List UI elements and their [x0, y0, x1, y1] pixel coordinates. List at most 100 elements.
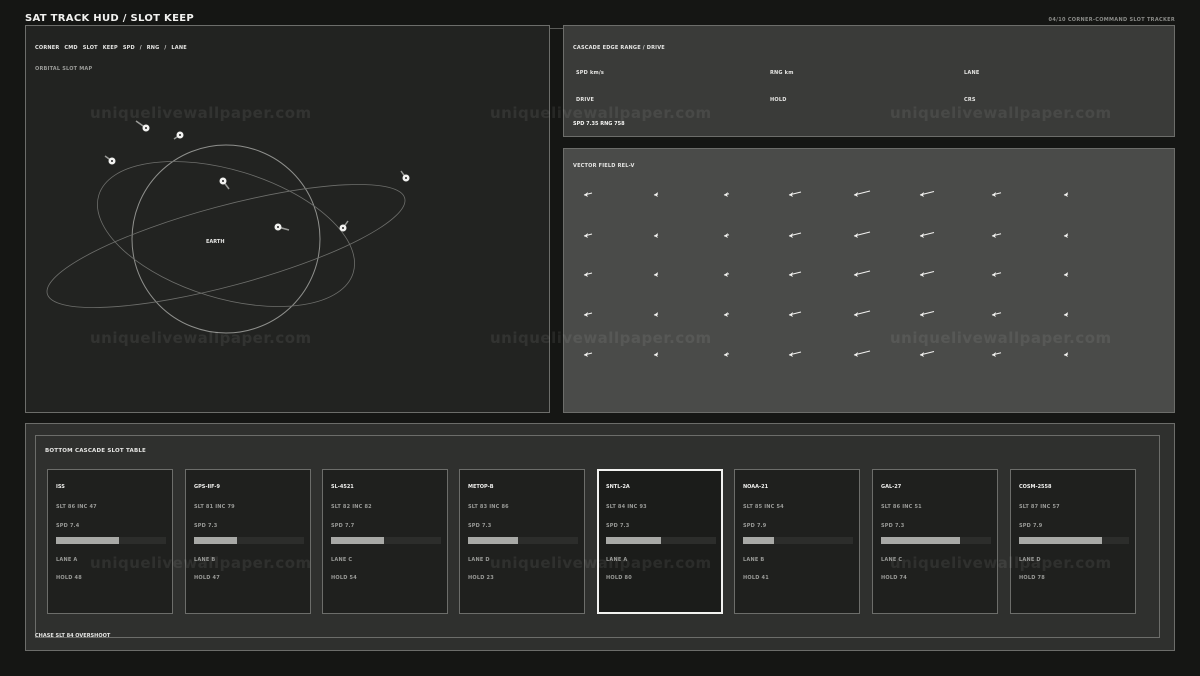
slot-card-progress-fill	[331, 537, 384, 544]
satellite-marker[interactable]	[400, 170, 410, 182]
slot-card-slot: SLT 85 INC 54	[743, 504, 784, 510]
earth-label: EARTH	[206, 239, 225, 245]
vector-arrow-icon	[1063, 312, 1069, 317]
page-title: SAT TRACK HUD / SLOT KEEP	[25, 13, 194, 24]
vector-arrow-icon	[853, 350, 871, 357]
vector-arrow-icon	[1063, 192, 1069, 197]
satellite-marker[interactable]	[173, 131, 184, 140]
vector-arrow-icon	[723, 312, 730, 317]
vector-field-panel: VECTOR FIELD REL-V	[563, 148, 1175, 413]
vector-arrow-icon	[723, 192, 730, 197]
slot-card-slot: SLT 84 INC 93	[606, 504, 647, 510]
slot-card-lane: LANE B	[743, 557, 765, 563]
cascade-field-spd: SPD km/s	[576, 70, 605, 76]
slot-card-speed: SPD 7.3	[606, 523, 630, 529]
vector-arrow-icon	[653, 233, 659, 238]
slot-card-progress-track	[468, 537, 578, 544]
slot-card-speed: SPD 7.7	[331, 523, 355, 529]
slot-card-speed: SPD 7.3	[468, 523, 492, 529]
slot-card-progress-fill	[606, 537, 661, 544]
vector-arrow-icon	[919, 271, 935, 277]
vector-arrow-icon	[991, 192, 1002, 197]
slot-card-progress-track	[194, 537, 304, 544]
slot-card-speed: SPD 7.4	[56, 523, 80, 529]
slot-card[interactable]: GAL-27 SLT 86 INC 51 SPD 7.3 LANE C HOLD 74	[872, 469, 998, 614]
vector-arrow-icon	[853, 190, 871, 197]
slot-card-speed: SPD 7.9	[743, 523, 767, 529]
vector-arrow-icon	[788, 311, 802, 317]
slot-card[interactable]: ISS SLT 86 INC 47 SPD 7.4 LANE A HOLD 48	[47, 469, 173, 614]
slot-card-name: METOP-B	[468, 484, 494, 490]
vector-arrow-icon	[853, 231, 871, 238]
slot-card-progress-fill	[468, 537, 518, 544]
cascade-panel-title: CASCADE EDGE RANGE / DRIVE	[573, 45, 665, 51]
slot-card-name: ISS	[56, 484, 65, 490]
slot-card-progress-track	[331, 537, 441, 544]
vector-arrow-icon	[723, 233, 730, 238]
slot-card-hold: HOLD 23	[468, 575, 494, 581]
cascade-field-lane: LANE	[964, 70, 980, 76]
slot-card-progress-fill	[1019, 537, 1102, 544]
watermark-text: uniquelivewallpaper.com	[490, 329, 712, 347]
watermark-text: uniquelivewallpaper.com	[890, 554, 1112, 572]
slot-card-progress-fill	[194, 537, 237, 544]
slot-card-name: SL-4521	[331, 484, 354, 490]
vector-arrow-icon	[991, 233, 1002, 238]
vector-arrow-icon	[919, 351, 935, 357]
slot-card-name: SNTL-2A	[606, 484, 630, 490]
slot-table-footer: CHASE SLT 84 OVERSHOOT	[35, 633, 111, 639]
satellite-marker[interactable]	[104, 155, 116, 165]
watermark-text: uniquelivewallpaper.com	[90, 554, 312, 572]
vector-arrow-icon	[653, 352, 659, 357]
watermark-text: uniquelivewallpaper.com	[890, 329, 1112, 347]
vector-arrow-icon	[788, 271, 802, 277]
slot-card-name: COSM-2558	[1019, 484, 1052, 490]
slot-card[interactable]: SL-4521 SLT 82 INC 82 SPD 7.7 LANE C HOLD 54	[322, 469, 448, 614]
slot-card-slot: SLT 86 INC 51	[881, 504, 922, 510]
orbit-diagram: EARTH	[46, 120, 410, 334]
slot-card-hold: HOLD 54	[331, 575, 357, 581]
vector-arrow-icon	[583, 272, 593, 277]
earth-circle	[131, 144, 321, 334]
slot-card[interactable]: SNTL-2A SLT 84 INC 93 SPD 7.3 LANE A HOLD 80	[597, 469, 723, 614]
vector-arrow-icon	[853, 270, 871, 277]
satellite-marker[interactable]	[339, 220, 349, 232]
vector-arrow-icon	[991, 312, 1002, 317]
slot-card[interactable]: NOAA-21 SLT 85 INC 54 SPD 7.9 LANE B HOLD 41	[734, 469, 860, 614]
slot-card-lane: LANE A	[56, 557, 78, 563]
slot-card-progress-fill	[743, 537, 774, 544]
slot-card-name: NOAA-21	[743, 484, 769, 490]
vector-arrow-icon	[991, 272, 1002, 277]
slot-card-lane: LANE D	[468, 557, 490, 563]
slot-card-speed: SPD 7.3	[194, 523, 218, 529]
slot-card-hold: HOLD 48	[56, 575, 82, 581]
slot-card-slot: SLT 81 INC 79	[194, 504, 235, 510]
watermark-text: uniquelivewallpaper.com	[90, 104, 312, 122]
slot-card-speed: SPD 7.3	[881, 523, 905, 529]
slot-card[interactable]: METOP-B SLT 83 INC 86 SPD 7.3 LANE D HOLD 23	[459, 469, 585, 614]
vector-arrow-icon	[583, 352, 593, 357]
vector-arrow-icon	[723, 272, 730, 277]
slot-card-hold: HOLD 47	[194, 575, 220, 581]
slot-card-hold: HOLD 80	[606, 575, 632, 581]
slot-card-lane: LANE C	[331, 557, 353, 563]
slot-card-progress-track	[743, 537, 853, 544]
satellite-marker[interactable]	[274, 223, 290, 231]
vector-arrow-icon	[853, 310, 871, 317]
vector-arrow-icon	[788, 191, 802, 197]
watermark-text: uniquelivewallpaper.com	[490, 554, 712, 572]
vector-arrow-icon	[653, 272, 659, 277]
slot-card[interactable]: COSM-2558 SLT 87 INC 57 SPD 7.9 LANE D HOLD …	[1010, 469, 1136, 614]
vector-arrow-icon	[583, 192, 593, 197]
satellite-marker[interactable]	[135, 120, 150, 132]
vector-arrow-icon	[1063, 352, 1069, 357]
vector-arrow-icon	[919, 191, 935, 197]
vector-arrow-icon	[653, 192, 659, 197]
slot-card[interactable]: GPS-IIF-9 SLT 81 INC 79 SPD 7.3 LANE B HOLD …	[185, 469, 311, 614]
slot-card-progress-fill	[56, 537, 119, 544]
header-status-label: 04/10 CORNER-COMMAND SLOT TRACKER	[1048, 17, 1175, 23]
vector-arrow-icon	[583, 312, 593, 317]
cascade-field-crs: CRS	[964, 97, 976, 103]
satellite-marker[interactable]	[219, 177, 230, 190]
slot-card-progress-fill	[881, 537, 961, 544]
